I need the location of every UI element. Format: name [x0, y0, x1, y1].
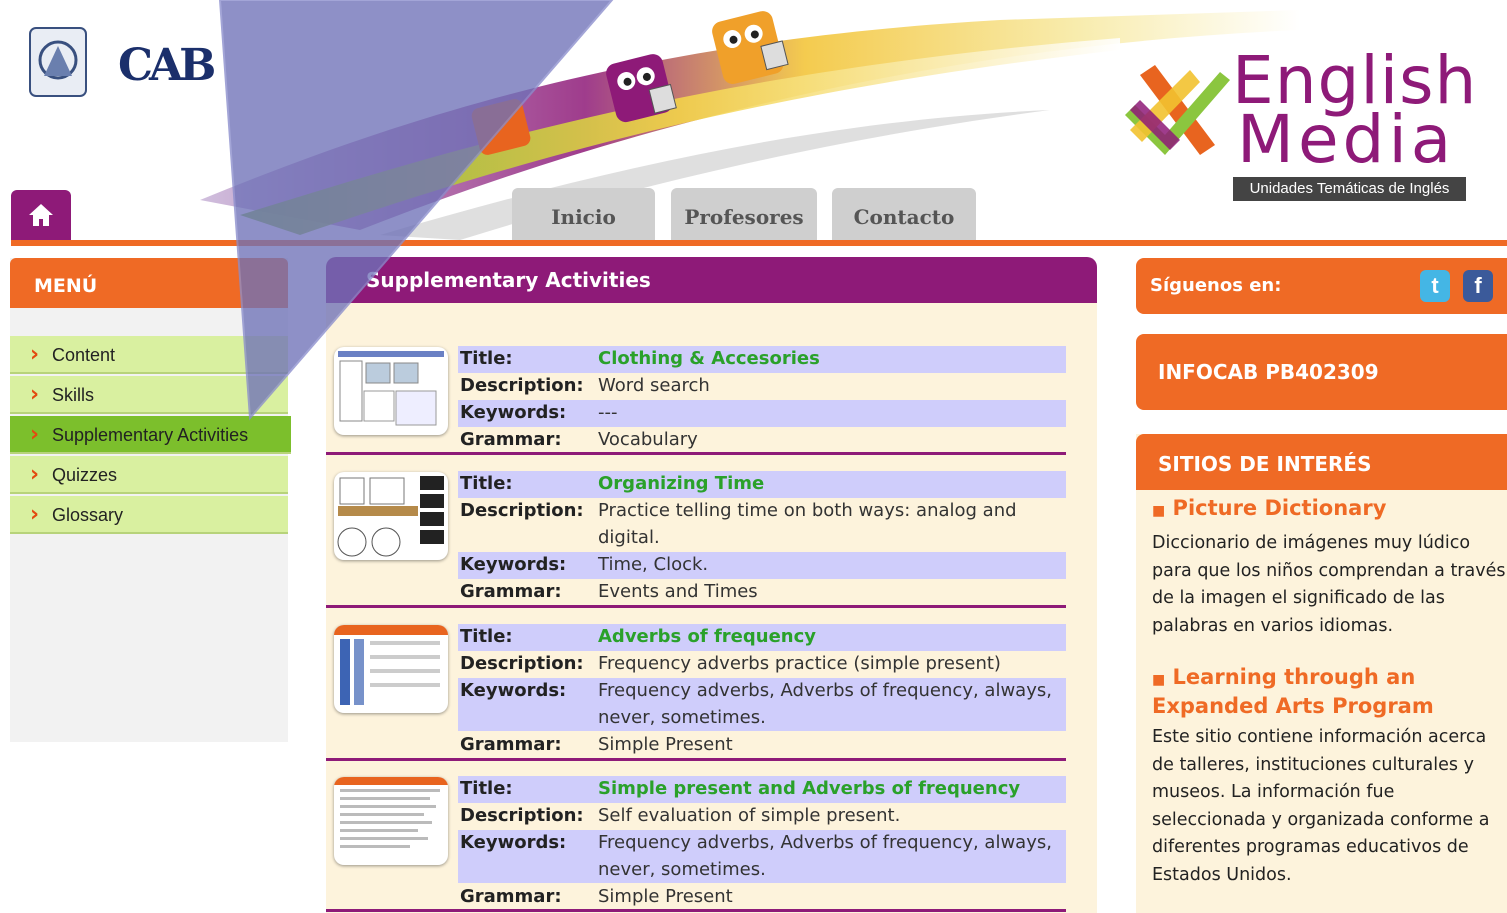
activity-title-row: Title: Adverbs of frequency	[458, 624, 1066, 651]
brand-media: Media	[1237, 101, 1456, 178]
activity-grammar-row: Grammar: Simple Present	[460, 886, 733, 907]
header-divider	[11, 240, 1507, 246]
activity-grammar-row: Grammar: Simple Present	[460, 734, 733, 755]
infocab-banner: INFOCAB PB402309	[1136, 334, 1507, 410]
menu-item-content[interactable]: › Content	[10, 336, 288, 374]
chevron-right-icon: ›	[30, 382, 40, 407]
activity-keywords-row: Keywords: Frequency adverbs, Adverbs of …	[458, 678, 1066, 731]
activity-thumbnail[interactable]	[334, 777, 448, 865]
twitter-icon[interactable]: t	[1420, 270, 1450, 302]
activity-keywords-row: Keywords: Time, Clock.	[458, 552, 1066, 579]
activity-grammar-row: Grammar: Events and Times	[460, 581, 758, 602]
unam-seal-logo	[29, 27, 87, 97]
menu-item-quizzes[interactable]: › Quizzes	[10, 456, 288, 494]
chevron-right-icon: ›	[30, 462, 40, 487]
activity-description-row: Description: Self evaluation of simple p…	[460, 805, 901, 826]
activity-divider	[326, 909, 1066, 912]
brand-tagline: Unidades Temáticas de Inglés	[1233, 177, 1466, 201]
activity-thumbnail[interactable]	[334, 347, 448, 435]
activity-description-row: Description: Word search	[460, 375, 710, 396]
site-description: Este sitio contiene información acerca d…	[1152, 727, 1490, 885]
activity-divider	[326, 452, 1066, 455]
chevron-right-icon: ›	[30, 342, 40, 367]
activity-title-link[interactable]: Clothing & Accesories	[598, 346, 1063, 373]
activity-title-link[interactable]: Adverbs of frequency	[598, 624, 1063, 651]
menu-item-skills[interactable]: › Skills	[10, 376, 288, 414]
activity-divider	[326, 605, 1066, 608]
site-description: Diccionario de imágenes muy lúdico para …	[1152, 533, 1506, 636]
home-icon	[29, 204, 53, 226]
activity-divider	[326, 758, 1066, 761]
menu-item-supplementary-activities[interactable]: › Supplementary Activities	[10, 416, 291, 454]
menu-title: MENÚ	[10, 258, 288, 308]
follow-us-bar: Síguenos en:	[1136, 258, 1507, 314]
site-link-learning-arts-program[interactable]: ■ Learning through an Expanded Arts Prog…	[1152, 664, 1502, 719]
page-title: Supplementary Activities	[326, 257, 1097, 303]
activity-keywords-row: Keywords: ---	[458, 400, 1066, 427]
tab-inicio[interactable]: Inicio	[512, 188, 655, 242]
activity-keywords-row: Keywords: Frequency adverbs, Adverbs of …	[458, 830, 1066, 883]
activity-title-link[interactable]: Simple present and Adverbs of frequency	[598, 776, 1063, 803]
activity-title-row: Title: Simple present and Adverbs of fre…	[458, 776, 1066, 803]
tab-profesores[interactable]: Profesores	[671, 188, 817, 242]
activity-title-row: Title: Clothing & Accesories	[458, 346, 1066, 373]
activity-title-link[interactable]: Organizing Time	[598, 471, 1063, 498]
activity-thumbnail[interactable]	[334, 472, 448, 560]
menu-item-glossary[interactable]: › Glossary	[10, 496, 288, 534]
facebook-icon[interactable]: f	[1463, 270, 1493, 302]
activity-description-row: Description: Practice telling time on bo…	[460, 500, 1017, 548]
cab-logo: CAB	[118, 40, 216, 91]
menu-item-label: Content	[52, 345, 116, 365]
menu-item-label: Supplementary Activities	[52, 425, 249, 445]
activity-description-row: Description: Frequency adverbs practice …	[460, 653, 1001, 674]
english-media-logo-mark	[1125, 65, 1230, 155]
bullet-icon: ■	[1152, 503, 1166, 519]
chevron-right-icon: ›	[30, 422, 40, 447]
activity-title-row: Title: Organizing Time	[458, 471, 1066, 498]
home-button[interactable]	[11, 190, 71, 240]
activity-grammar-row: Grammar: Vocabulary	[460, 429, 698, 450]
menu-item-label: Skills	[52, 385, 95, 405]
sites-title: SITIOS DE INTERÉS	[1136, 434, 1507, 490]
bullet-icon: ■	[1152, 672, 1166, 688]
menu-item-label: Quizzes	[52, 465, 118, 485]
activity-thumbnail[interactable]	[334, 625, 448, 713]
menu-item-label: Glossary	[52, 505, 124, 525]
chevron-right-icon: ›	[30, 502, 40, 527]
site-link-picture-dictionary[interactable]: ■ Picture Dictionary	[1152, 495, 1502, 524]
tab-contacto[interactable]: Contacto	[832, 188, 976, 242]
